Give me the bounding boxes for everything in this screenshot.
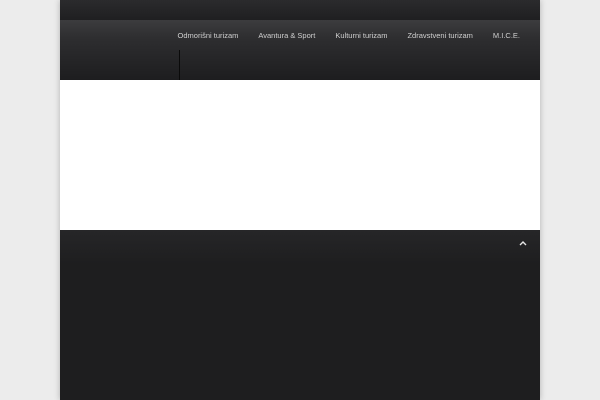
main-navigation: Odmorišni turizam Avantura & Sport Kultu… <box>60 20 540 80</box>
footer <box>60 230 540 400</box>
content-area <box>60 80 540 230</box>
nav-item-mice[interactable]: M.I.C.E. <box>483 31 522 40</box>
nav-item-kulturni-turizam[interactable]: Kulturni turizam <box>325 31 397 40</box>
nav-item-zdravstveni-turizam[interactable]: Zdravstveni turizam <box>397 31 482 40</box>
page-container: Odmorišni turizam Avantura & Sport Kultu… <box>60 0 540 400</box>
nav-divider <box>179 50 180 80</box>
back-to-top-button[interactable] <box>516 236 530 250</box>
nav-item-odmorisni-turizam[interactable]: Odmorišni turizam <box>168 31 249 40</box>
top-bar <box>60 0 540 21</box>
nav-menu: Odmorišni turizam Avantura & Sport Kultu… <box>168 20 522 50</box>
chevron-up-icon <box>519 241 527 246</box>
nav-item-avantura-sport[interactable]: Avantura & Sport <box>248 31 325 40</box>
